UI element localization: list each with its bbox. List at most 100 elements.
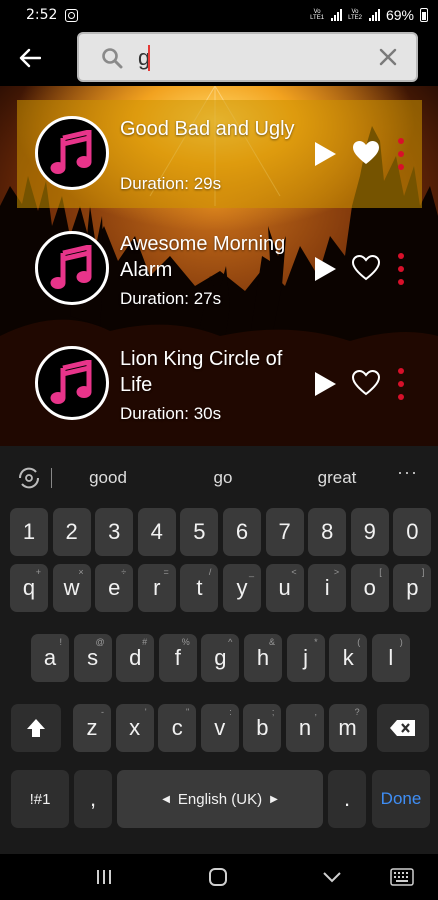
- key-label: 1: [22, 519, 36, 544]
- key-label: k: [342, 645, 354, 670]
- suggestion-word[interactable]: great: [292, 468, 382, 488]
- recent-apps-button[interactable]: [92, 864, 116, 890]
- key-label: z: [86, 715, 98, 740]
- symbols-key[interactable]: !#1: [11, 770, 69, 828]
- search-input[interactable]: g: [77, 32, 418, 82]
- key-l[interactable]: l): [371, 634, 410, 682]
- key-k[interactable]: k(: [329, 634, 368, 682]
- music-note-icon: [35, 231, 109, 305]
- home-button[interactable]: [205, 864, 231, 890]
- key-label: v: [214, 715, 226, 740]
- chevron-down-icon: [323, 872, 341, 883]
- space-key[interactable]: ◀ English (UK) ▶: [117, 770, 323, 828]
- favorite-outline-heart-icon[interactable]: [352, 255, 380, 281]
- key-r[interactable]: r =: [137, 564, 176, 612]
- battery-percent: 69%: [385, 7, 414, 23]
- key-p[interactable]: p]: [393, 564, 432, 612]
- hide-keyboard-button[interactable]: [320, 864, 344, 890]
- key-hint: :: [229, 707, 232, 717]
- key-o[interactable]: o[: [350, 564, 389, 612]
- key-4[interactable]: 4: [137, 508, 176, 556]
- key-b[interactable]: b;: [243, 704, 282, 752]
- left-arrow-icon: ◀: [162, 793, 170, 805]
- key-d[interactable]: d #: [116, 634, 155, 682]
- key-w[interactable]: w ×: [52, 564, 91, 612]
- play-button[interactable]: [313, 371, 337, 397]
- key-2[interactable]: 2: [52, 508, 91, 556]
- arrow-left-icon: [19, 48, 41, 68]
- song-title: Good Bad and Ugly: [120, 118, 295, 140]
- clear-search-button[interactable]: [378, 47, 398, 67]
- key-label: j: [303, 645, 309, 670]
- key-label: 2: [65, 519, 78, 544]
- key-m[interactable]: m?: [328, 704, 367, 752]
- key-t[interactable]: t /: [180, 564, 219, 612]
- key-0[interactable]: 0: [393, 508, 432, 556]
- favorite-outline-heart-icon[interactable]: [352, 370, 380, 396]
- key-z[interactable]: z-: [73, 704, 111, 752]
- more-options-button[interactable]: [397, 138, 405, 170]
- comma-key[interactable]: ,: [74, 770, 112, 828]
- space-key-label: English (UK): [177, 790, 263, 808]
- key-1[interactable]: 1: [10, 508, 48, 556]
- key-hint: -: [101, 707, 104, 717]
- key-hint: %: [181, 637, 190, 647]
- keyboard-tools-icon[interactable]: [16, 466, 42, 490]
- key-c[interactable]: c ": [158, 704, 197, 752]
- key-hint: >: [333, 567, 340, 577]
- key-h[interactable]: h &: [244, 634, 282, 682]
- play-button[interactable]: [313, 256, 337, 282]
- key-hint: ?: [354, 707, 360, 717]
- key-v[interactable]: v:: [200, 704, 239, 752]
- status-bar: 2:52 Vo LTE1 Vo LTE2 69%: [0, 0, 438, 30]
- key-label: 7: [278, 519, 291, 544]
- key-u[interactable]: u <: [265, 564, 304, 612]
- key-g[interactable]: g ^: [201, 634, 240, 682]
- key-y[interactable]: y _: [223, 564, 261, 612]
- key-hint: ,: [314, 707, 317, 717]
- suggestion-strip: good go great ···: [0, 446, 438, 508]
- suggestion-word[interactable]: good: [63, 468, 153, 488]
- text-caret: [148, 45, 151, 71]
- more-suggestions-button[interactable]: ···: [397, 462, 418, 483]
- key-f[interactable]: f%: [158, 634, 197, 682]
- period-key[interactable]: .: [328, 770, 366, 828]
- key-label: o: [363, 575, 376, 600]
- backspace-key[interactable]: [377, 704, 429, 752]
- favorite-filled-heart-icon[interactable]: [352, 140, 380, 166]
- shift-key[interactable]: [11, 704, 61, 752]
- list-item[interactable]: Awesome Morning Alarm Duration: 27s: [17, 215, 422, 323]
- key-j[interactable]: j *: [286, 634, 325, 682]
- key-7[interactable]: 7: [265, 508, 304, 556]
- more-options-button[interactable]: [397, 253, 405, 285]
- play-button[interactable]: [313, 141, 337, 167]
- key-s[interactable]: s @: [73, 634, 112, 682]
- list-item[interactable]: Lion King Circle of Life Duration: 30s: [17, 330, 422, 438]
- suggestion-word[interactable]: go: [178, 468, 268, 488]
- signal-2-icon: [368, 9, 380, 21]
- key-q[interactable]: q +: [10, 564, 48, 612]
- on-screen-keyboard: good go great ··· !#1 , ◀ English (UK) ▶…: [0, 446, 438, 854]
- key-8[interactable]: 8: [308, 508, 347, 556]
- key-n[interactable]: n,: [286, 704, 324, 752]
- key-hint: (: [357, 637, 361, 647]
- more-options-button[interactable]: [397, 368, 405, 400]
- key-e[interactable]: e ÷: [95, 564, 134, 612]
- done-key[interactable]: Done: [372, 770, 430, 828]
- key-3[interactable]: 3: [95, 508, 134, 556]
- key-9[interactable]: 9: [350, 508, 389, 556]
- signal-1-icon: [331, 9, 343, 21]
- key-6[interactable]: 6: [223, 508, 261, 556]
- list-item[interactable]: Good Bad and Ugly Duration: 29s: [17, 100, 422, 208]
- key-a[interactable]: a!: [31, 634, 69, 682]
- key-hint: ^: [228, 637, 233, 647]
- key-x[interactable]: x ': [115, 704, 154, 752]
- key-5[interactable]: 5: [180, 508, 219, 556]
- suggestion-divider: [51, 468, 52, 488]
- key-hint: ": [185, 707, 190, 717]
- keyboard-switch-button[interactable]: [388, 864, 416, 890]
- back-button[interactable]: [14, 42, 46, 74]
- key-label: q: [22, 575, 36, 600]
- key-i[interactable]: i >: [308, 564, 347, 612]
- key-label: g: [214, 645, 227, 670]
